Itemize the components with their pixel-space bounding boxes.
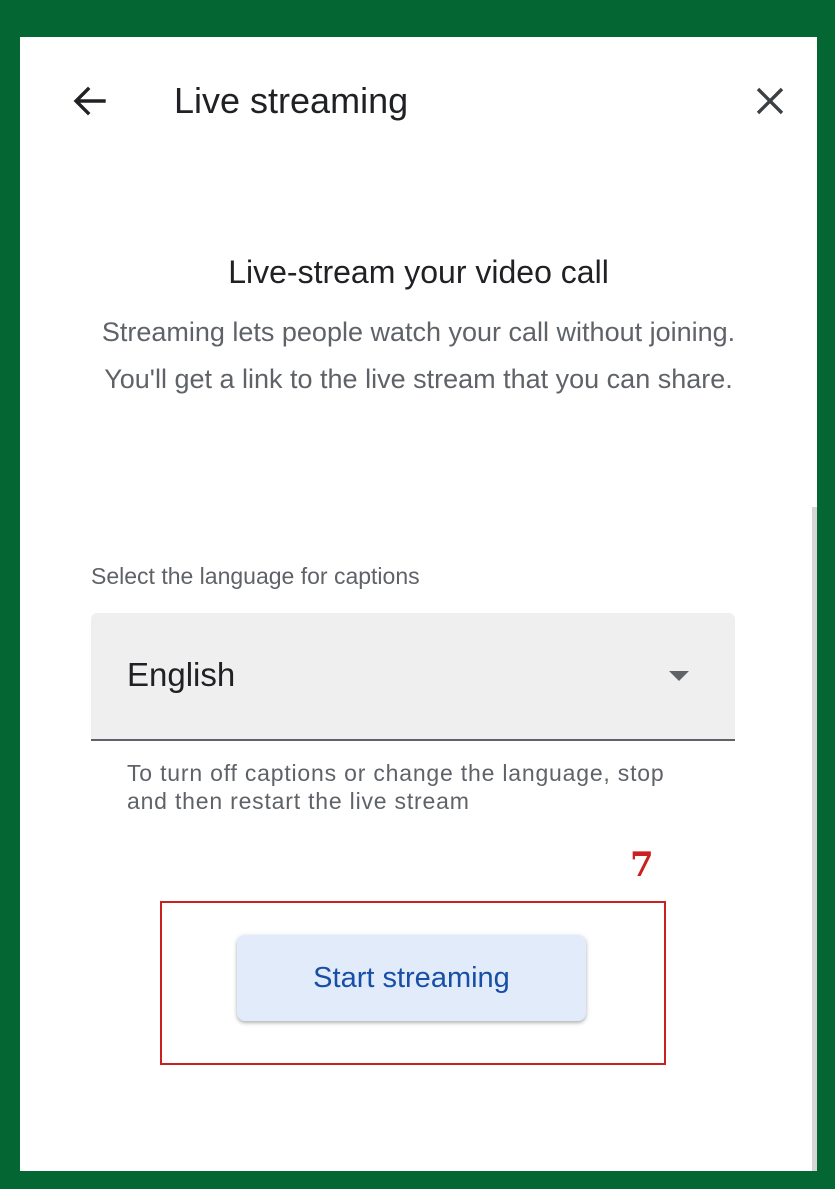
close-button[interactable] (746, 77, 794, 125)
back-button[interactable] (66, 77, 114, 125)
dropdown-arrow-icon (667, 669, 691, 683)
scrollbar[interactable] (812, 507, 817, 1171)
selected-language-value: English (127, 656, 236, 693)
stream-headline: Live-stream your video call (228, 254, 609, 290)
captions-language-select[interactable]: English (91, 613, 735, 741)
annotation-step-number: 7 (630, 845, 654, 885)
arrow-back-icon (73, 86, 106, 116)
captions-helper-text: To turn off captions or change the langu… (127, 760, 665, 814)
stream-description: Streaming lets people watch your call wi… (101, 317, 736, 394)
captions-language-label: Select the language for captions (91, 563, 420, 589)
live-streaming-panel: Live streaming Live-stream your video ca… (20, 37, 817, 1171)
close-icon (756, 87, 784, 115)
start-streaming-button[interactable]: Start streaming (237, 935, 586, 1021)
page-title: Live streaming (174, 80, 409, 121)
